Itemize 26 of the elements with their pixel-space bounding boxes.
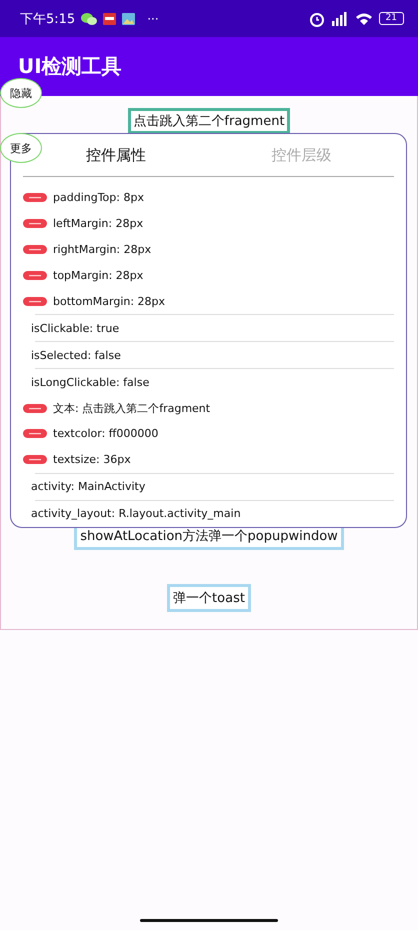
property-text: isLongClickable: false	[31, 376, 150, 389]
more-notifications: ···	[147, 12, 159, 26]
status-time: 下午5:15	[20, 10, 76, 28]
fragment-button[interactable]: 点击跳入第二个fragment	[128, 108, 290, 134]
image-icon	[122, 12, 136, 24]
property-text: activity_layout: R.layout.activity_main	[31, 507, 241, 520]
chat-icon	[81, 12, 98, 26]
property-text: textsize: 36px	[53, 453, 131, 466]
property-text: leftMargin: 28px	[53, 217, 144, 230]
app-icon	[103, 12, 116, 24]
app-title: UI检测工具	[18, 53, 122, 80]
property-text: 文本: 点击跳入第二个fragment	[53, 400, 210, 416]
property-text: bottomMargin: 28px	[53, 295, 166, 308]
property-text: topMargin: 28px	[53, 269, 144, 282]
property-text: isClickable: true	[31, 322, 120, 335]
property-text: isSelected: false	[31, 348, 121, 362]
panel-tab[interactable]: 控件属性	[86, 144, 146, 166]
property-text: paddingTop: 8px	[53, 191, 144, 204]
wifi-icon	[354, 12, 373, 26]
property-text: rightMargin: 28px	[53, 243, 152, 256]
property-text: activity: MainActivity	[31, 480, 146, 494]
battery-icon: 21	[378, 12, 404, 25]
alarm-icon	[308, 10, 325, 26]
signal-icon	[330, 12, 349, 26]
toast-button[interactable]: 弹一个toast	[167, 584, 251, 612]
property-text: textcolor: ff000000	[53, 427, 158, 440]
